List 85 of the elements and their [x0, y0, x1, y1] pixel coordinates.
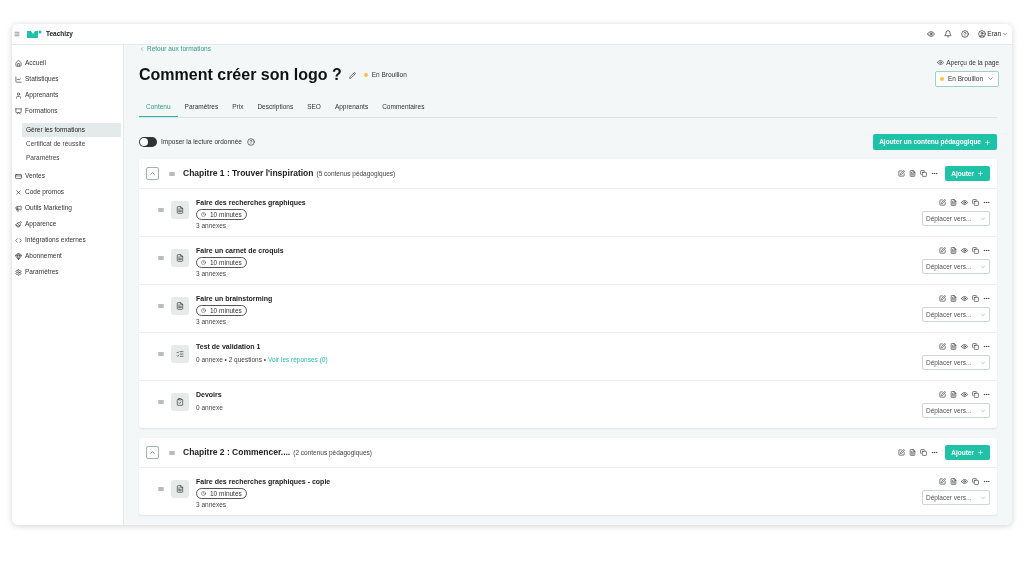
- drag-handle-icon[interactable]: [157, 398, 165, 406]
- copy-icon[interactable]: [920, 170, 928, 177]
- ordered-reading-toggle[interactable]: [139, 137, 157, 147]
- edit-icon[interactable]: [939, 247, 946, 254]
- clock-icon: [201, 308, 206, 313]
- eye-icon[interactable]: [927, 30, 936, 38]
- gem-icon: [15, 252, 22, 260]
- document-icon: [176, 485, 184, 493]
- settings-icon: [15, 268, 22, 276]
- megaphone-icon: [15, 204, 22, 212]
- eye-icon[interactable]: [961, 247, 968, 254]
- drag-handle-icon[interactable]: [157, 485, 165, 493]
- list-icon: [176, 350, 184, 358]
- drag-handle-icon[interactable]: [157, 254, 165, 262]
- chart-icon: [15, 75, 22, 83]
- home-icon: [15, 59, 22, 67]
- document-icon[interactable]: [950, 247, 957, 254]
- document-icon[interactable]: [950, 343, 957, 350]
- eye-icon: [937, 59, 945, 67]
- clock-icon: [201, 491, 206, 496]
- copy-icon[interactable]: [972, 478, 979, 485]
- help-icon[interactable]: [246, 138, 255, 146]
- help-icon[interactable]: [961, 30, 970, 38]
- document-icon: [176, 206, 184, 214]
- chevron-down-icon: [980, 215, 986, 222]
- chevron-left-icon: [139, 46, 145, 52]
- clock-icon: [201, 212, 206, 217]
- copy-icon[interactable]: [972, 343, 979, 350]
- user-icon: [978, 30, 987, 38]
- user-icon: [15, 91, 22, 99]
- document-icon[interactable]: [950, 295, 957, 302]
- chevron-down-icon: [1002, 31, 1008, 37]
- chevron-up-icon: [149, 170, 156, 177]
- drag-handle-icon[interactable]: [157, 350, 165, 358]
- copy-icon[interactable]: [972, 199, 979, 206]
- drag-handle-icon[interactable]: [157, 302, 165, 310]
- edit-icon[interactable]: [939, 295, 946, 302]
- edit-icon[interactable]: [939, 343, 946, 350]
- edit-icon[interactable]: [939, 391, 946, 398]
- card-icon: [15, 172, 22, 180]
- document-icon: [176, 302, 184, 310]
- eye-icon[interactable]: [961, 391, 968, 398]
- chevron-down-icon: [987, 75, 995, 83]
- document-icon[interactable]: [950, 199, 957, 206]
- chevron-down-icon: [980, 494, 986, 501]
- edit-icon[interactable]: [898, 170, 906, 177]
- bell-icon[interactable]: [944, 30, 953, 38]
- clipboard-icon: [176, 398, 184, 406]
- cross-icon: [15, 188, 22, 196]
- drag-handle-icon[interactable]: [168, 448, 176, 457]
- document-icon[interactable]: [950, 391, 957, 398]
- plus-icon: [977, 170, 984, 177]
- page-title: Comment créer son logo ?: [139, 65, 342, 85]
- clock-icon: [201, 260, 206, 265]
- document-icon[interactable]: [909, 170, 917, 177]
- edit-icon[interactable]: [898, 449, 906, 456]
- pencil-icon[interactable]: [348, 71, 356, 79]
- copy-icon[interactable]: [920, 449, 928, 456]
- chevron-up-icon: [149, 449, 156, 456]
- presentation-icon: [15, 107, 22, 115]
- document-icon: [176, 254, 184, 262]
- eye-icon[interactable]: [961, 295, 968, 302]
- chevron-down-icon: [980, 407, 986, 414]
- eye-icon[interactable]: [961, 343, 968, 350]
- drag-handle-icon[interactable]: [157, 206, 165, 214]
- copy-icon[interactable]: [972, 247, 979, 254]
- eye-icon[interactable]: [961, 478, 968, 485]
- plus-icon: [977, 449, 984, 456]
- copy-icon[interactable]: [972, 391, 979, 398]
- edit-icon[interactable]: [939, 199, 946, 206]
- eye-icon[interactable]: [961, 199, 968, 206]
- chapter-title[interactable]: Chapitre 2 : Commencer....: [183, 446, 291, 459]
- code-icon: [15, 236, 22, 244]
- document-icon[interactable]: [950, 478, 957, 485]
- document-icon[interactable]: [909, 449, 917, 456]
- chevron-down-icon: [980, 263, 986, 270]
- chevron-down-icon: [980, 359, 986, 366]
- edit-icon[interactable]: [939, 478, 946, 485]
- drag-handle-icon[interactable]: [168, 169, 176, 178]
- plus-icon: [984, 138, 991, 146]
- logo-icon: [27, 30, 42, 38]
- chevron-down-icon: [980, 311, 986, 318]
- paintbrush-icon: [15, 220, 22, 228]
- copy-icon[interactable]: [972, 295, 979, 302]
- chapter-title[interactable]: Chapitre 1 : Trouver l'inspiration: [183, 167, 314, 180]
